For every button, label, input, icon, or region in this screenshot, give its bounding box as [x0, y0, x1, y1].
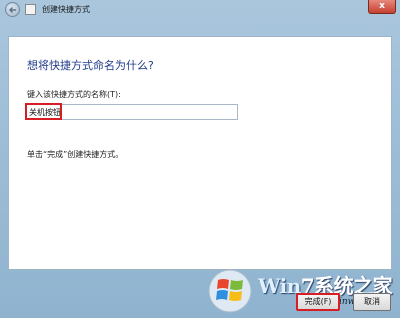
finish-button[interactable]: 完成(F) — [296, 293, 340, 311]
windows-logo — [208, 269, 252, 313]
window-title: 创建快捷方式 — [42, 5, 90, 14]
title-bar: 创建快捷方式 x — [0, 0, 400, 20]
shortcut-icon — [25, 4, 36, 15]
name-field-label: 键入该快捷方式的名称(T): — [27, 90, 121, 99]
finish-hint: 单击“完成”创建快捷方式。 — [27, 150, 124, 159]
page-heading: 想将快捷方式命名为什么? — [27, 59, 154, 72]
back-arrow-icon — [8, 6, 16, 14]
watermark-brand-w: Win — [258, 274, 301, 298]
wizard-content: 想将快捷方式命名为什么? 键入该快捷方式的名称(T): 单击“完成”创建快捷方式… — [8, 36, 392, 270]
cancel-button[interactable]: 取消 — [353, 293, 391, 311]
shortcut-name-input[interactable] — [26, 104, 238, 120]
back-button[interactable] — [5, 2, 20, 17]
close-button[interactable]: x — [368, 0, 396, 14]
wizard-window: 创建快捷方式 x 想将快捷方式命名为什么? 键入该快捷方式的名称(T): 单击“… — [0, 0, 400, 318]
